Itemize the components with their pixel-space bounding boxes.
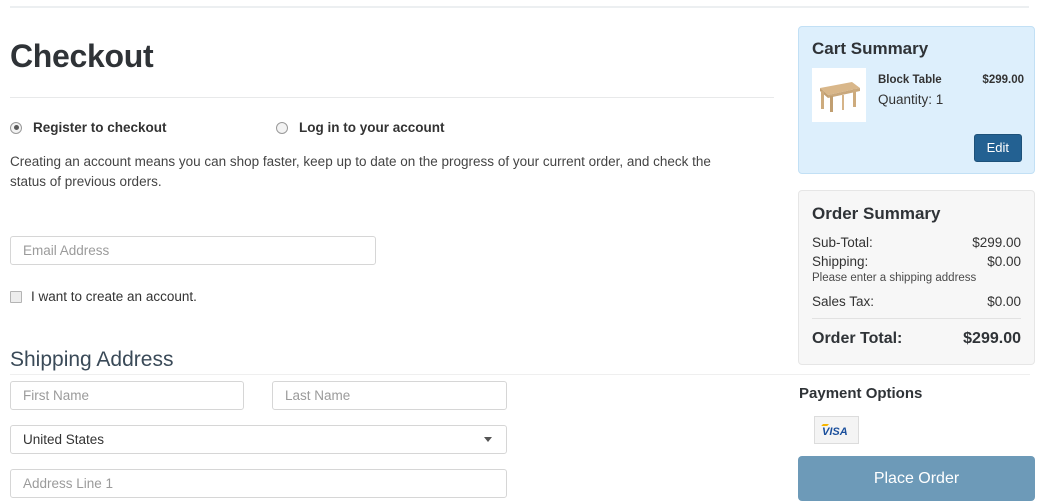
cart-summary-heading: Cart Summary	[812, 39, 929, 58]
checkout-main-column: Checkout Register to checkout Log in to …	[10, 26, 774, 206]
order-row-subtotal-label: Sub-Total:	[812, 235, 873, 250]
page-title: Checkout	[10, 38, 154, 74]
order-total-row: Order Total: $299.00	[812, 330, 1021, 348]
radio-option-register[interactable]: Register to checkout	[10, 120, 167, 135]
order-summary-rows: Sub-Total: $299.00 Shipping: $0.00 Pleas…	[812, 233, 1021, 311]
address-line-1-input[interactable]	[10, 469, 507, 498]
order-summary-panel: Order Summary Sub-Total: $299.00 Shippin…	[798, 190, 1035, 365]
checkout-page: Checkout Register to checkout Log in to …	[0, 0, 1039, 501]
email-input[interactable]	[10, 236, 376, 265]
cart-item-name: Block Table	[878, 74, 942, 86]
order-total-value: $299.00	[963, 330, 1021, 347]
create-account-checkbox-row[interactable]: I want to create an account.	[10, 289, 197, 304]
first-name-input[interactable]	[10, 381, 244, 410]
order-row-subtotal-value: $299.00	[972, 235, 1021, 250]
payment-options-heading: Payment Options	[799, 385, 923, 402]
country-select[interactable]: United States	[10, 425, 507, 454]
cart-line-item: Block Table $299.00 Quantity: 1	[812, 68, 1024, 122]
chevron-down-icon	[484, 437, 492, 442]
checkbox-icon-create-account[interactable]	[10, 290, 22, 303]
title-divider	[10, 97, 774, 98]
order-row-shipping-value: $0.00	[987, 254, 1021, 269]
order-row-sales-tax-value: $0.00	[987, 294, 1021, 309]
order-row-sales-tax-label: Sales Tax:	[812, 294, 875, 309]
radio-label-register: Register to checkout	[33, 120, 167, 135]
visa-card-icon: VISA	[814, 416, 859, 444]
edit-cart-button[interactable]: Edit	[973, 134, 1022, 162]
account-option-group: Register to checkout Log in to your acco…	[10, 120, 774, 140]
order-row-shipping-label: Shipping:	[812, 254, 869, 269]
account-helper-text: Creating an account means you can shop f…	[10, 154, 711, 189]
radio-icon-login[interactable]	[276, 121, 288, 134]
cart-summary-panel: Cart Summary Block Table $299.00 Quantit…	[798, 26, 1035, 174]
order-row-shipping: Shipping: $0.00	[812, 252, 1021, 271]
shipping-section-divider	[10, 374, 1030, 375]
country-select-value: United States	[23, 432, 105, 447]
order-row-subtotal: Sub-Total: $299.00	[812, 233, 1021, 252]
header-bottom-rule	[10, 6, 1029, 8]
order-total-label: Order Total:	[812, 330, 903, 347]
header-strip	[0, 0, 1039, 8]
summary-spacer	[812, 285, 1021, 292]
cart-item-quantity: Quantity: 1	[878, 92, 944, 107]
order-total-divider	[812, 318, 1021, 319]
shipping-address-note: Please enter a shipping address	[812, 272, 977, 284]
place-order-button[interactable]: Place Order	[798, 456, 1035, 501]
svg-text:VISA: VISA	[822, 426, 848, 437]
last-name-input[interactable]	[272, 381, 507, 410]
product-thumbnail-image	[812, 68, 866, 122]
order-summary-heading: Order Summary	[812, 204, 941, 223]
radio-label-login: Log in to your account	[299, 120, 445, 135]
order-row-sales-tax: Sales Tax: $0.00	[812, 292, 1021, 311]
radio-icon-register[interactable]	[10, 121, 22, 134]
shipping-section-title: Shipping Address	[10, 348, 174, 371]
cart-item-price: $299.00	[982, 74, 1024, 86]
radio-option-login[interactable]: Log in to your account	[276, 120, 445, 135]
create-account-label: I want to create an account.	[31, 289, 197, 304]
